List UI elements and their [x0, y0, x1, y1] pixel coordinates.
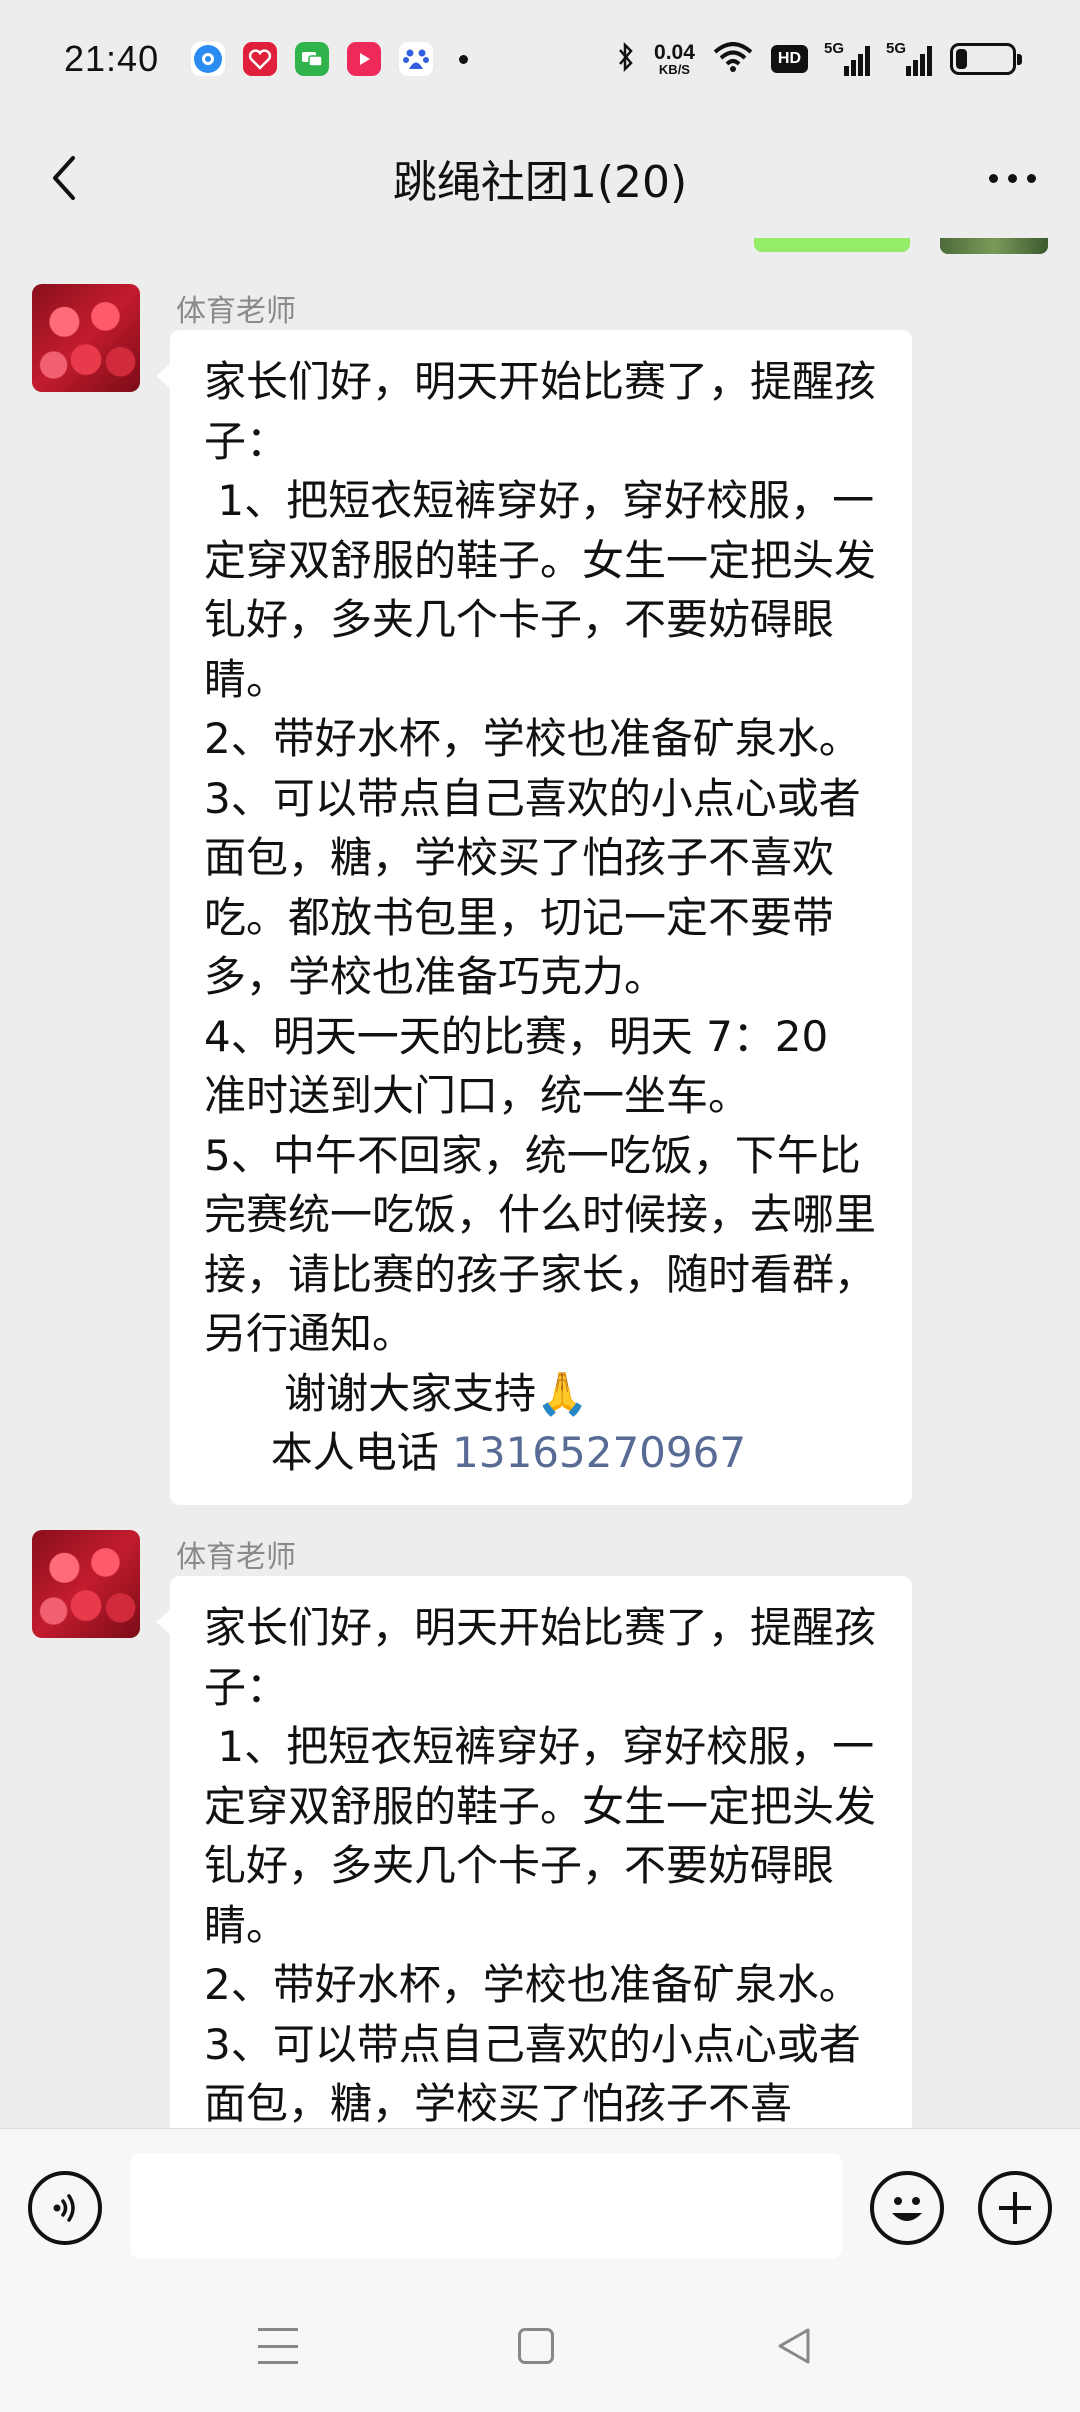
message-input[interactable] [130, 2153, 842, 2259]
chat-header: 跳绳社团1(20) [0, 118, 1080, 238]
heart-app-icon [243, 42, 278, 76]
previous-own-message-bubble[interactable] [754, 238, 910, 252]
menu-icon[interactable] [258, 2328, 298, 2364]
message-bubble[interactable]: 家长们好，明天开始比赛了，提醒孩子： 1、把短衣短裤穿好，穿好校服，一定穿双舒服… [156, 330, 912, 1505]
chat-screen: 21:40 0.04 KB/S HD 5G 5G 跳绳社团1(20) 体育老师 … [0, 0, 1080, 2412]
chevron-left-icon [53, 156, 75, 200]
avatar[interactable] [32, 284, 140, 392]
message-list[interactable]: 体育老师 家长们好，明天开始比赛了，提醒孩子： 1、把短衣短裤穿好，穿好校服，一… [0, 238, 1080, 2128]
status-bar: 21:40 0.04 KB/S HD 5G 5G [0, 0, 1080, 118]
browser-icon [191, 42, 226, 76]
signal-1-label: 5G [824, 40, 845, 57]
sender-name: 体育老师 [176, 1540, 296, 1575]
status-app-icons [191, 42, 469, 76]
sender-name: 体育老师 [176, 294, 296, 329]
input-bar [0, 2128, 1080, 2284]
status-indicators: 0.04 KB/S HD 5G 5G [616, 40, 1022, 77]
home-icon[interactable] [518, 2328, 554, 2364]
more-dot [1026, 173, 1036, 183]
more-notifications-dot [459, 54, 469, 64]
avatar[interactable] [32, 1530, 140, 1638]
more-options-button[interactable] [968, 142, 1056, 214]
hd-voice-badge: HD [770, 45, 808, 73]
voice-icon [53, 2194, 75, 2222]
emoji-icon [892, 2197, 922, 2221]
video-app-icon [347, 42, 382, 76]
battery-level-fill [956, 49, 967, 69]
message-text: 家长们好，明天开始比赛了，提醒孩子： 1、把短衣短裤穿好，穿好校服，一定穿双舒服… [204, 1603, 877, 2128]
system-nav-bar [0, 2284, 1080, 2412]
network-speed: 0.04 KB/S [654, 42, 695, 76]
signal-2-label: 5G [886, 40, 907, 57]
message-text: 家长们好，明天开始比赛了，提醒孩子： 1、把短衣短裤穿好，穿好校服，一定穿双舒服… [204, 357, 877, 1477]
battery-icon [950, 43, 1022, 75]
voice-input-button[interactable] [28, 2171, 102, 2245]
status-time: 21:40 [64, 38, 160, 79]
wifi-icon [713, 42, 753, 76]
network-speed-value: 0.04 [654, 41, 695, 64]
messages-app-icon [295, 42, 330, 76]
more-functions-button[interactable] [978, 2171, 1052, 2245]
back-triangle-icon[interactable] [772, 2324, 816, 2368]
more-dot [988, 173, 998, 183]
more-dot [1007, 173, 1017, 183]
previous-image-message[interactable] [940, 238, 1048, 254]
back-button[interactable] [28, 142, 100, 214]
bluetooth-icon [616, 41, 636, 77]
cellular-signal-1-icon: 5G [824, 40, 870, 76]
emoji-button[interactable] [870, 2171, 944, 2245]
phone-number-link[interactable]: 13165270967 [452, 1428, 746, 1477]
chat-title: 跳绳社团1(20) [392, 157, 688, 208]
message-bubble[interactable]: 家长们好，明天开始比赛了，提醒孩子： 1、把短衣短裤穿好，穿好校服，一定穿双舒服… [156, 1576, 912, 2128]
baidu-paw-icon [399, 42, 434, 76]
cellular-signal-2-icon: 5G [886, 40, 932, 76]
network-speed-unit: KB/S [658, 62, 690, 77]
